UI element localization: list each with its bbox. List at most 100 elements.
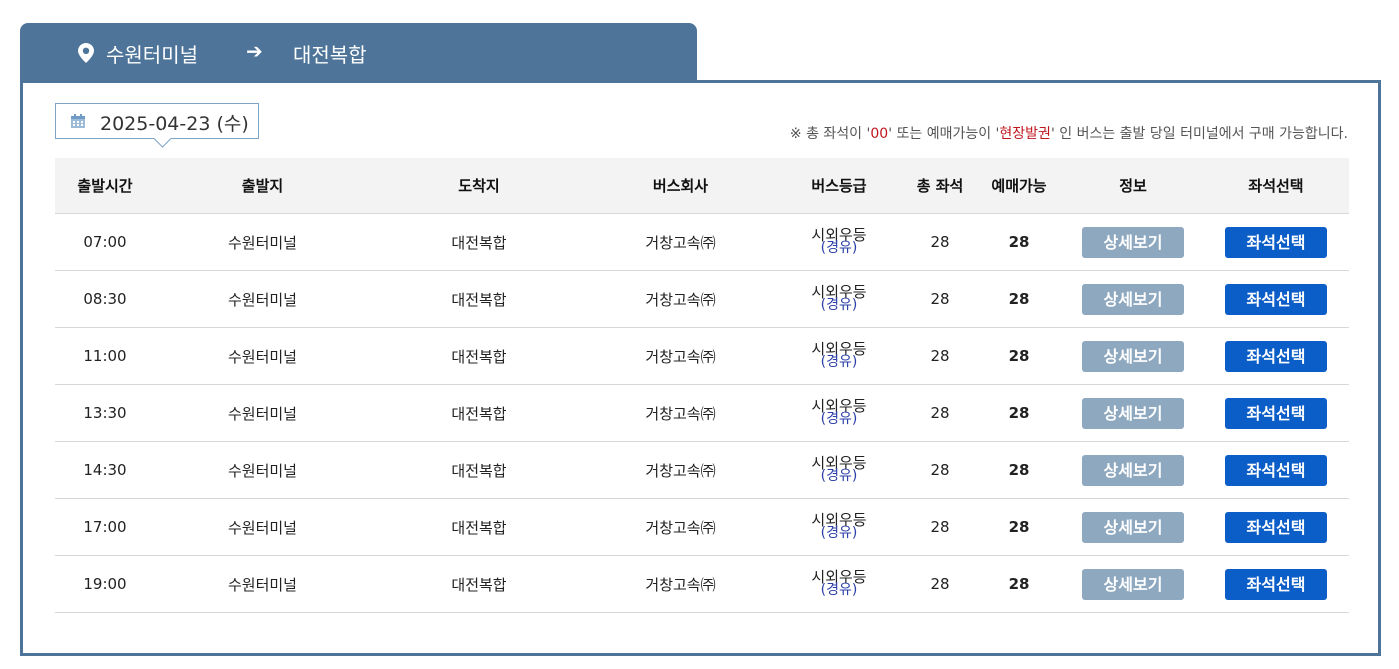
origin: 수원터미널	[155, 441, 370, 499]
detail-cell: 상세보기	[1063, 327, 1203, 385]
bus-grade: 시외우등 (경유)	[811, 455, 866, 483]
detail-button[interactable]: 상세보기	[1082, 511, 1184, 543]
origin: 수원터미널	[155, 270, 370, 328]
route-arrow-icon: ➔	[246, 39, 263, 63]
bus-grade-cell: 시외우등 (경유)	[773, 555, 905, 613]
total-seats: 28	[905, 498, 975, 556]
departure-time: 08:30	[55, 270, 155, 328]
detail-button[interactable]: 상세보기	[1082, 397, 1184, 429]
seat-select-button[interactable]: 좌석선택	[1225, 568, 1327, 600]
notice-text-middle: ' 또는 예매가능이 '	[888, 126, 1000, 142]
departure-time: 14:30	[55, 441, 155, 499]
seat-cell: 좌석선택	[1203, 384, 1349, 442]
table-row: 11:00 수원터미널 대전복합 거창고속㈜ 시외우등 (경유) 28 28 상세…	[55, 327, 1349, 385]
seat-cell: 좌석선택	[1203, 213, 1349, 271]
destination: 대전복합	[370, 384, 588, 442]
bus-grade-cell: 시외우등 (경유)	[773, 384, 905, 442]
detail-button[interactable]: 상세보기	[1082, 454, 1184, 486]
total-seats: 28	[905, 441, 975, 499]
destination: 대전복합	[370, 270, 588, 328]
detail-cell: 상세보기	[1063, 384, 1203, 442]
detail-button[interactable]: 상세보기	[1082, 340, 1184, 372]
bus-grade: 시외우등 (경유)	[811, 284, 866, 312]
date-selector[interactable]: 2025-04-23 (수)	[55, 103, 259, 148]
bus-grade-cell: 시외우등 (경유)	[773, 270, 905, 328]
route-destination: 대전복합	[293, 43, 367, 67]
table-header-row: 출발시간 출발지 도착지 버스회사 버스등급 총 좌석 예매가능 정보 좌석선택	[55, 158, 1349, 214]
total-seats: 28	[905, 327, 975, 385]
route-header: 수원터미널 ➔ 대전복합	[20, 23, 697, 81]
bus-company: 거창고속㈜	[588, 441, 773, 499]
table-row: 07:00 수원터미널 대전복합 거창고속㈜ 시외우등 (경유) 28 28 상세…	[55, 213, 1349, 271]
detail-button[interactable]: 상세보기	[1082, 226, 1184, 258]
total-seats: 28	[905, 555, 975, 613]
total-seats: 28	[905, 213, 975, 271]
notice-onsite: 현장발권	[999, 126, 1051, 142]
detail-cell: 상세보기	[1063, 498, 1203, 556]
seat-select-button[interactable]: 좌석선택	[1225, 397, 1327, 429]
table-row: 08:30 수원터미널 대전복합 거창고속㈜ 시외우등 (경유) 28 28 상세…	[55, 270, 1349, 328]
destination: 대전복합	[370, 441, 588, 499]
detail-cell: 상세보기	[1063, 555, 1203, 613]
bus-company: 거창고속㈜	[588, 270, 773, 328]
header-destination: 도착지	[370, 158, 588, 214]
origin: 수원터미널	[155, 213, 370, 271]
destination: 대전복합	[370, 213, 588, 271]
departure-time: 07:00	[55, 213, 155, 271]
available-seats: 28	[975, 498, 1063, 556]
seat-select-button[interactable]: 좌석선택	[1225, 283, 1327, 315]
header-seat-select: 좌석선택	[1203, 158, 1349, 214]
available-seats: 28	[975, 384, 1063, 442]
bus-grade-cell: 시외우등 (경유)	[773, 441, 905, 499]
calendar-icon	[71, 114, 85, 128]
seat-cell: 좌석선택	[1203, 498, 1349, 556]
detail-cell: 상세보기	[1063, 213, 1203, 271]
header-bus-grade: 버스등급	[773, 158, 905, 214]
table-row: 17:00 수원터미널 대전복합 거창고속㈜ 시외우등 (경유) 28 28 상세…	[55, 498, 1349, 556]
bus-grade: 시외우등 (경유)	[811, 512, 866, 540]
detail-cell: 상세보기	[1063, 270, 1203, 328]
seat-select-button[interactable]: 좌석선택	[1225, 340, 1327, 372]
table-row: 13:30 수원터미널 대전복합 거창고속㈜ 시외우등 (경유) 28 28 상세…	[55, 384, 1349, 442]
bus-grade: 시외우등 (경유)	[811, 569, 866, 597]
bus-company: 거창고속㈜	[588, 327, 773, 385]
origin: 수원터미널	[155, 384, 370, 442]
seat-cell: 좌석선택	[1203, 441, 1349, 499]
seat-select-button[interactable]: 좌석선택	[1225, 226, 1327, 258]
total-seats: 28	[905, 384, 975, 442]
notice-zero: 00	[870, 126, 889, 142]
origin: 수원터미널	[155, 498, 370, 556]
seat-cell: 좌석선택	[1203, 270, 1349, 328]
bus-company: 거창고속㈜	[588, 213, 773, 271]
schedule-panel: 2025-04-23 (수) ※ 총 좌석이 '00' 또는 예매가능이 '현장…	[20, 80, 1381, 656]
header-info: 정보	[1063, 158, 1203, 214]
table-row: 19:00 수원터미널 대전복합 거창고속㈜ 시외우등 (경유) 28 28 상세…	[55, 555, 1349, 613]
header-origin: 출발지	[155, 158, 370, 214]
bus-schedule-table: 출발시간 출발지 도착지 버스회사 버스등급 총 좌석 예매가능 정보 좌석선택…	[55, 158, 1349, 613]
detail-button[interactable]: 상세보기	[1082, 283, 1184, 315]
route-origin: 수원터미널	[106, 43, 198, 67]
origin: 수원터미널	[155, 327, 370, 385]
destination: 대전복합	[370, 498, 588, 556]
destination: 대전복합	[370, 327, 588, 385]
bus-grade-cell: 시외우등 (경유)	[773, 213, 905, 271]
bus-grade: 시외우등 (경유)	[811, 227, 866, 255]
seat-select-button[interactable]: 좌석선택	[1225, 511, 1327, 543]
header-departure-time: 출발시간	[55, 158, 155, 214]
departure-time: 11:00	[55, 327, 155, 385]
notice-text-prefix: ※ 총 좌석이 '	[789, 126, 871, 142]
seat-cell: 좌석선택	[1203, 327, 1349, 385]
total-seats: 28	[905, 270, 975, 328]
available-seats: 28	[975, 213, 1063, 271]
purchase-notice: ※ 총 좌석이 '00' 또는 예매가능이 '현장발권' 인 버스는 출발 당일…	[790, 123, 1348, 143]
available-seats: 28	[975, 441, 1063, 499]
seat-select-button[interactable]: 좌석선택	[1225, 454, 1327, 486]
available-seats: 28	[975, 555, 1063, 613]
header-bus-company: 버스회사	[588, 158, 773, 214]
detail-button[interactable]: 상세보기	[1082, 568, 1184, 600]
available-seats: 28	[975, 270, 1063, 328]
departure-time: 17:00	[55, 498, 155, 556]
header-available-seats: 예매가능	[975, 158, 1063, 214]
bus-grade: 시외우등 (경유)	[811, 341, 866, 369]
notice-text-suffix: ' 인 버스는 출발 당일 터미널에서 구매 가능합니다.	[1050, 126, 1348, 142]
